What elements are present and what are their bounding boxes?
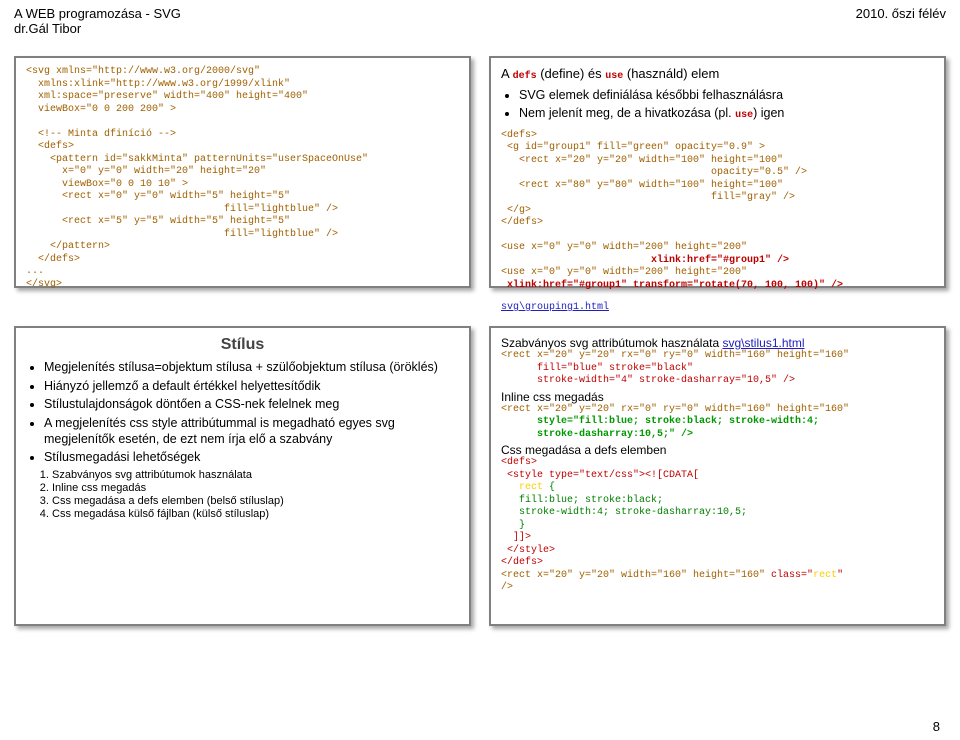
bullet: Stílusmegadási lehetőségek — [44, 450, 459, 466]
t: Szabványos svg attribútumok használata — [501, 336, 722, 350]
link-grouping1[interactable]: svg\grouping1.html — [501, 302, 609, 313]
kw: use — [735, 110, 753, 121]
t: Nem jelenít meg, de a hivatkozása (pl. — [519, 106, 735, 120]
header-right: 2010. őszi félév — [856, 6, 946, 36]
t: (define) és — [537, 66, 606, 81]
num-item: Szabványos svg attribútumok használata — [52, 469, 459, 481]
header-left: A WEB programozása - SVG dr.Gál Tibor — [14, 6, 181, 36]
t: SVG elemek definiálása későbbi felhaszná… — [519, 88, 783, 102]
code-defs-css: <defs> <style type="text/css"><![CDATA[ … — [501, 457, 934, 595]
bullet: Nem jelenít meg, de a hivatkozása (pl. u… — [519, 106, 934, 123]
code-pattern: <svg xmlns="http://www.w3.org/2000/svg" … — [26, 66, 459, 291]
bullet: Stílustulajdonságok döntően a CSS-nek fe… — [44, 397, 459, 413]
t: (használd) elem — [623, 66, 719, 81]
doc-title: A WEB programozása - SVG — [14, 6, 181, 21]
code-attr-rect: <rect x="20" y="20" rx="0" ry="0" width=… — [501, 350, 934, 388]
page-header: A WEB programozása - SVG dr.Gál Tibor 20… — [0, 0, 960, 38]
bullet: Megjelenítés stílusa=objektum stílusa + … — [44, 360, 459, 376]
box-svg-pattern-code: <svg xmlns="http://www.w3.org/2000/svg" … — [14, 56, 471, 288]
page-number: 8 — [933, 719, 940, 734]
code-inline-css: <rect x="20" y="20" rx="0" ry="0" width=… — [501, 404, 934, 442]
stilus-numbered: Szabványos svg attribútumok használata I… — [52, 469, 459, 520]
label-defs-css: Css megadása a defs elemben — [501, 443, 934, 457]
t: Stílus — [221, 336, 265, 353]
num-item: Css megadása a defs elemben (belső stílu… — [52, 495, 459, 507]
defs-use-heading: A defs (define) és use (használd) elem — [501, 66, 934, 84]
stilus-title: Stílus — [26, 336, 459, 354]
box-stilus: Stílus Megjelenítés stílusa=objektum stí… — [14, 326, 471, 626]
label-inline-css: Inline css megadás — [501, 390, 934, 404]
line: Szabványos svg attribútumok használata s… — [501, 336, 934, 350]
bullet: SVG elemek definiálása későbbi felhaszná… — [519, 88, 934, 104]
link-stilus1[interactable]: svg\stilus1.html — [722, 336, 804, 350]
row-top: <svg xmlns="http://www.w3.org/2000/svg" … — [0, 52, 960, 292]
kw-defs: defs — [513, 71, 537, 82]
box-defs-use: A defs (define) és use (használd) elem S… — [489, 56, 946, 288]
bullet: Hiányzó jellemző a default értékkel hely… — [44, 379, 459, 395]
code-defs-use: <defs> <g id="group1" fill="green" opaci… — [501, 130, 934, 293]
bullet: A megjelenítés css style attribútummal i… — [44, 416, 459, 447]
num-item: Css megadása külső fájlban (külső stílus… — [52, 508, 459, 520]
t: ) igen — [753, 106, 784, 120]
t: A — [501, 66, 513, 81]
doc-semester: 2010. őszi félév — [856, 6, 946, 21]
num-item: Inline css megadás — [52, 482, 459, 494]
row-bottom: Stílus Megjelenítés stílusa=objektum stí… — [0, 322, 960, 630]
box-stilus-code: Szabványos svg attribútumok használata s… — [489, 326, 946, 626]
kw-use: use — [605, 71, 623, 82]
defs-use-bullets: SVG elemek definiálása későbbi felhaszná… — [519, 88, 934, 123]
stilus-bullets: Megjelenítés stílusa=objektum stílusa + … — [44, 360, 459, 466]
doc-author: dr.Gál Tibor — [14, 21, 181, 36]
